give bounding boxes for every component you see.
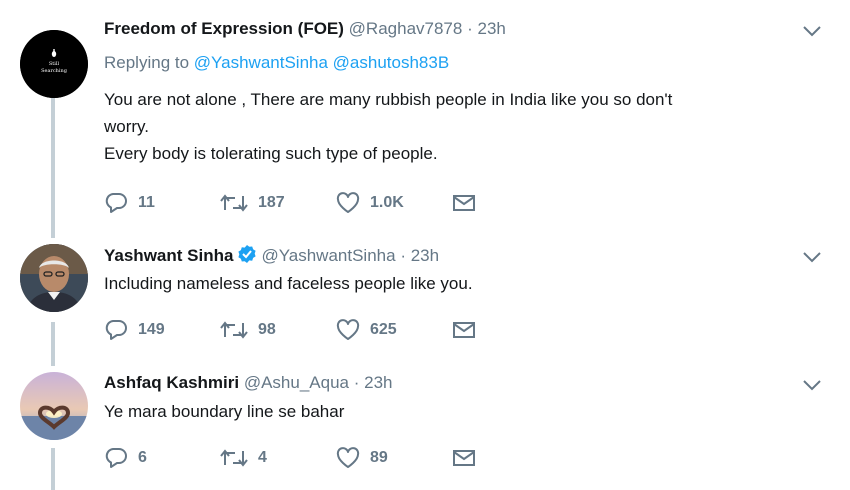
separator-dot: · <box>353 373 360 392</box>
tweet-text-line: Ye mara boundary line se bahar <box>104 402 345 421</box>
like-button[interactable]: 1.0K <box>336 190 404 216</box>
retweet-count: 187 <box>258 194 285 211</box>
user-handle[interactable]: @Raghav7878 <box>349 19 463 38</box>
direct-message-button[interactable] <box>452 445 476 471</box>
tweet[interactable]: Still Searching Freedom of Expression (F… <box>0 18 850 228</box>
reply-button[interactable]: 6 <box>104 445 147 471</box>
retweet-icon <box>220 194 248 212</box>
mention-link[interactable]: @YashwantSinha <box>194 53 328 72</box>
retweet-icon <box>220 321 248 339</box>
retweet-count: 4 <box>258 449 267 466</box>
chevron-down-icon <box>803 380 821 391</box>
replying-to-label: Replying to <box>104 53 190 72</box>
direct-message-button[interactable] <box>452 190 476 216</box>
more-options-button[interactable] <box>802 250 822 264</box>
more-options-button[interactable] <box>802 378 822 392</box>
more-options-button[interactable] <box>802 24 822 38</box>
heart-icon <box>336 447 360 468</box>
like-count: 1.0K <box>370 194 404 211</box>
avatar-text-line: Searching <box>41 68 68 74</box>
reply-icon <box>105 448 127 468</box>
user-handle[interactable]: @Ashu_Aqua <box>244 373 349 392</box>
avatar-image: Still Searching <box>20 30 88 98</box>
envelope-icon <box>453 450 475 466</box>
tweet[interactable]: Ashfaq Kashmiri @Ashu_Aqua · 23h Ye mara… <box>0 372 850 482</box>
direct-message-button[interactable] <box>452 317 476 343</box>
tweet-text-line: worry. <box>104 117 150 136</box>
envelope-icon <box>453 195 475 211</box>
timestamp[interactable]: 23h <box>411 246 439 265</box>
like-count: 89 <box>370 449 388 466</box>
tweet[interactable]: Yashwant Sinha @YashwantSinha · 23h Incl… <box>0 244 850 344</box>
avatar-text-line: Still <box>49 61 60 67</box>
replying-to: Replying to @YashwantSinha @ashutosh83B <box>104 52 449 74</box>
heart-icon <box>336 192 360 213</box>
separator-dot: · <box>467 19 473 38</box>
avatar-image <box>20 244 88 312</box>
timestamp[interactable]: 23h <box>364 373 392 392</box>
tweet-text-line: Every body is tolerating such type of pe… <box>104 144 438 163</box>
reply-count: 11 <box>138 194 155 211</box>
retweet-button[interactable]: 98 <box>220 317 276 343</box>
reply-icon <box>105 320 127 340</box>
reply-button[interactable]: 149 <box>104 317 165 343</box>
like-count: 625 <box>370 321 397 338</box>
tweet-text-line: You are not alone , There are many rubbi… <box>104 90 673 109</box>
tweet-header: Ashfaq Kashmiri @Ashu_Aqua · 23h <box>104 372 393 394</box>
like-button[interactable]: 625 <box>336 317 397 343</box>
tweet-text-line: Including nameless and faceless people l… <box>104 274 473 293</box>
avatar[interactable] <box>20 244 88 312</box>
reply-count: 6 <box>138 449 147 466</box>
reply-count: 149 <box>138 321 165 338</box>
chevron-down-icon <box>803 26 821 37</box>
tweet-header: Yashwant Sinha @YashwantSinha · 23h <box>104 244 439 266</box>
retweet-button[interactable]: 187 <box>220 190 285 216</box>
tweet-header: Freedom of Expression (FOE) @Raghav7878 … <box>104 18 506 40</box>
verified-badge-icon <box>238 245 257 263</box>
display-name[interactable]: Yashwant Sinha <box>104 246 233 265</box>
reply-button[interactable]: 11 <box>104 190 155 216</box>
user-handle[interactable]: @YashwantSinha <box>261 246 395 265</box>
timestamp[interactable]: 23h <box>477 19 505 38</box>
avatar-image <box>20 372 88 440</box>
avatar[interactable]: Still Searching <box>20 30 88 98</box>
tweet-text: Including nameless and faceless people l… <box>104 270 794 297</box>
heart-icon <box>336 319 360 340</box>
retweet-button[interactable]: 4 <box>220 445 267 471</box>
envelope-icon <box>453 322 475 338</box>
reply-icon <box>105 193 127 213</box>
separator-dot: · <box>400 246 406 265</box>
retweet-count: 98 <box>258 321 276 338</box>
chevron-down-icon <box>803 252 821 263</box>
like-button[interactable]: 89 <box>336 445 388 471</box>
display-name[interactable]: Ashfaq Kashmiri <box>104 373 239 392</box>
tweet-text: You are not alone , There are many rubbi… <box>104 86 794 167</box>
tweet-text: Ye mara boundary line se bahar <box>104 398 794 425</box>
avatar[interactable] <box>20 372 88 440</box>
retweet-icon <box>220 449 248 467</box>
mention-link[interactable]: @ashutosh83B <box>333 53 450 72</box>
display-name[interactable]: Freedom of Expression (FOE) <box>104 19 344 38</box>
